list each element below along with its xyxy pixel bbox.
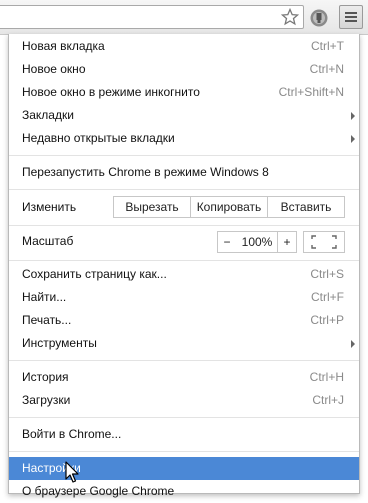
menu-item-label: Новое окно в режиме инкогнито — [22, 85, 200, 99]
zoom-in-button[interactable]: + — [277, 231, 297, 253]
shield-icon[interactable] — [309, 8, 329, 28]
menu-item-label: Недавно открытые вкладки — [22, 131, 175, 145]
menu-item-new-window[interactable]: Новое окно Ctrl+N — [9, 58, 359, 81]
menu-item-about[interactable]: О браузере Google Chrome — [9, 480, 359, 503]
menu-item-settings[interactable]: Настройки — [9, 457, 359, 480]
fullscreen-icon — [311, 235, 337, 249]
copy-button[interactable]: Копировать — [190, 196, 268, 218]
menu-item-shortcut: Ctrl+J — [312, 393, 344, 407]
menu-item-label: Найти... — [22, 290, 67, 304]
menu-item-shortcut: Ctrl+Shift+N — [278, 85, 344, 99]
menu-separator — [9, 360, 359, 361]
menu-item-shortcut: Ctrl+T — [311, 39, 344, 53]
menu-item-sign-in[interactable]: Войти в Chrome... — [9, 423, 359, 446]
menu-separator — [9, 225, 359, 226]
menu-item-label: Инструменты — [22, 336, 97, 350]
menu-item-shortcut: Ctrl+H — [309, 370, 344, 384]
submenu-arrow-icon — [351, 340, 355, 348]
menu-separator — [9, 451, 359, 452]
zoom-label: Масштаб — [22, 234, 74, 248]
menu-item-bookmarks[interactable]: Закладки — [9, 104, 359, 127]
menu-item-tools[interactable]: Инструменты — [9, 332, 359, 355]
chrome-main-menu: Новая вкладка Ctrl+T Новое окно Ctrl+N Н… — [8, 34, 360, 498]
zoom-level: 100% — [236, 231, 278, 253]
paste-button[interactable]: Вставить — [267, 196, 345, 218]
menu-item-relaunch-windows8[interactable]: Перезапустить Chrome в режиме Windows 8 — [9, 161, 359, 184]
menu-item-new-incognito-window[interactable]: Новое окно в режиме инкогнито Ctrl+Shift… — [9, 81, 359, 104]
menu-item-history[interactable]: История Ctrl+H — [9, 366, 359, 389]
menu-item-save-page[interactable]: Сохранить страницу как... Ctrl+S — [9, 263, 359, 286]
zoom-out-button[interactable]: − — [217, 231, 237, 253]
edit-label: Изменить — [22, 200, 77, 214]
menu-separator — [9, 155, 359, 156]
browser-toolbar — [0, 0, 368, 35]
chrome-menu-button[interactable] — [339, 5, 363, 29]
fullscreen-button[interactable] — [303, 231, 345, 253]
menu-item-shortcut: Ctrl+S — [310, 267, 344, 281]
menu-item-label: Перезапустить Chrome в режиме Windows 8 — [22, 165, 269, 179]
menu-item-shortcut: Ctrl+F — [311, 290, 344, 304]
menu-item-label: Новое окно — [22, 62, 86, 76]
menu-item-recent-tabs[interactable]: Недавно открытые вкладки — [9, 127, 359, 150]
cut-button[interactable]: Вырезать — [113, 196, 191, 218]
menu-item-label: История — [22, 370, 69, 384]
mouse-cursor-icon — [65, 461, 79, 483]
menu-separator — [9, 260, 359, 261]
menu-separator — [9, 189, 359, 190]
menu-item-label: Печать... — [22, 313, 72, 327]
menu-item-find[interactable]: Найти... Ctrl+F — [9, 286, 359, 309]
menu-item-label: Новая вкладка — [22, 39, 105, 53]
star-icon[interactable] — [281, 8, 299, 26]
menu-item-label: Сохранить страницу как... — [22, 267, 167, 281]
menu-item-print[interactable]: Печать... Ctrl+P — [9, 309, 359, 332]
menu-separator — [9, 417, 359, 418]
submenu-arrow-icon — [351, 112, 355, 120]
menu-item-shortcut: Ctrl+P — [310, 313, 344, 327]
menu-item-shortcut: Ctrl+N — [309, 62, 344, 76]
menu-item-label: О браузере Google Chrome — [22, 484, 175, 498]
menu-item-downloads[interactable]: Загрузки Ctrl+J — [9, 389, 359, 412]
submenu-arrow-icon — [351, 135, 355, 143]
menu-item-label: Закладки — [22, 108, 74, 122]
address-bar[interactable] — [0, 5, 304, 29]
menu-item-new-tab[interactable]: Новая вкладка Ctrl+T — [9, 35, 359, 58]
menu-item-label: Войти в Chrome... — [22, 427, 122, 441]
menu-item-label: Загрузки — [22, 393, 71, 407]
